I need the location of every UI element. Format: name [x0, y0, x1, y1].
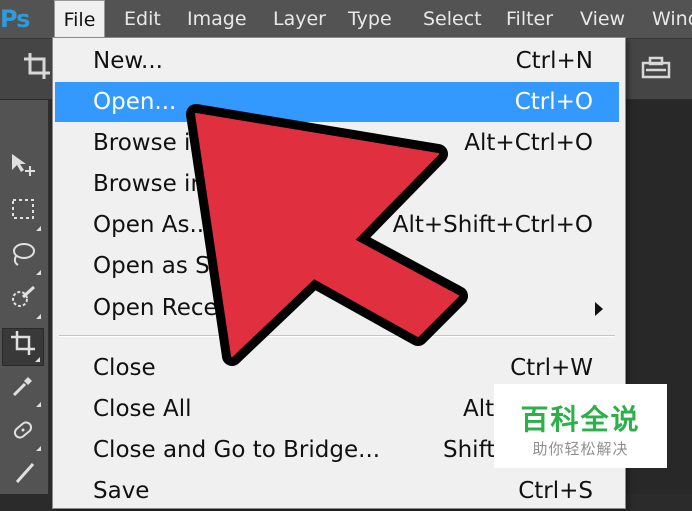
photoshop-logo: Ps: [0, 5, 30, 33]
watermark-title: 百科全说: [520, 403, 641, 436]
menu-item-shortcut: Alt+Shift+Ctrl+O: [392, 212, 593, 238]
menu-item-label: Open Recent: [93, 295, 242, 321]
menu-item-shortcut: Ctrl+W: [510, 355, 593, 381]
menu-item-label: Browse in Mi: [93, 171, 239, 197]
menu-item-label: Close All: [93, 396, 192, 422]
submenu-arrow-icon: [595, 302, 603, 316]
menu-item-label: New...: [93, 48, 163, 74]
menu-edit[interactable]: Edit: [124, 0, 161, 38]
menu-item-save[interactable]: Save Ctrl+S: [53, 471, 621, 511]
menu-item-close[interactable]: Close Ctrl+W: [53, 348, 621, 388]
menu-item-shortcut: Ctrl+S: [518, 478, 593, 504]
move-tool-icon[interactable]: [2, 150, 44, 188]
menu-item-shortcut: Ctrl+O: [514, 89, 593, 115]
menu-item-open-as-smart-object[interactable]: Open as Smart Object...: [53, 246, 621, 286]
watermark-subtitle: 助你轻松解决: [532, 440, 629, 458]
menu-item-open-as[interactable]: Open As... Alt+Shift+Ctrl+O: [53, 205, 621, 245]
quick-selection-tool-icon[interactable]: [2, 284, 44, 322]
menu-item-label: Close and Go to Bridge...: [93, 437, 381, 463]
menu-item-label: Close: [93, 355, 156, 381]
menu-item-label: Open...: [93, 89, 177, 115]
menu-select[interactable]: Select: [423, 0, 482, 38]
menu-item-open[interactable]: Open... Ctrl+O: [55, 82, 619, 122]
menu-item-open-recent[interactable]: Open Recent: [53, 288, 621, 328]
lasso-tool-icon[interactable]: [2, 240, 44, 278]
healing-brush-tool-icon[interactable]: [2, 416, 44, 454]
menu-item-label: Open As...: [93, 212, 212, 238]
menu-image[interactable]: Image: [187, 0, 247, 38]
menu-item-label: Save: [93, 478, 150, 504]
menu-layer[interactable]: Layer: [273, 0, 326, 38]
menu-view[interactable]: View: [580, 0, 625, 38]
menu-item-label: Open as Smart Object...: [93, 253, 369, 279]
brush-tool-icon[interactable]: [2, 458, 44, 496]
menu-item-browse-in-bridge[interactable]: Browse in Alt+Ctrl+O: [53, 123, 621, 163]
watermark-logo: 百科全说 助你轻松解决: [494, 384, 667, 468]
eyedropper-tool-icon[interactable]: [2, 372, 44, 410]
marquee-tool-icon[interactable]: [2, 196, 44, 234]
crop-tool-icon[interactable]: [2, 328, 44, 366]
menu-filter[interactable]: Filter: [506, 0, 553, 38]
camera-straighten-icon[interactable]: [640, 55, 674, 88]
menu-item-browse-in-mini-bridge[interactable]: Browse in Mi: [53, 164, 621, 204]
menu-item-shortcut: Ctrl+N: [515, 48, 593, 74]
menu-item-label: Browse in: [93, 130, 206, 156]
menu-item-shortcut: Alt+Ctrl+O: [464, 130, 593, 156]
menu-separator: [59, 335, 615, 337]
menu-bar: Ps File Edit Image Layer Type Select Fil…: [0, 0, 692, 39]
menu-file[interactable]: File: [54, 0, 105, 38]
tools-panel: [0, 100, 49, 494]
menu-window[interactable]: Wind: [652, 0, 692, 38]
menu-type[interactable]: Type: [348, 0, 392, 38]
menu-item-new[interactable]: New... Ctrl+N: [53, 41, 621, 81]
crop-icon[interactable]: [22, 51, 52, 88]
